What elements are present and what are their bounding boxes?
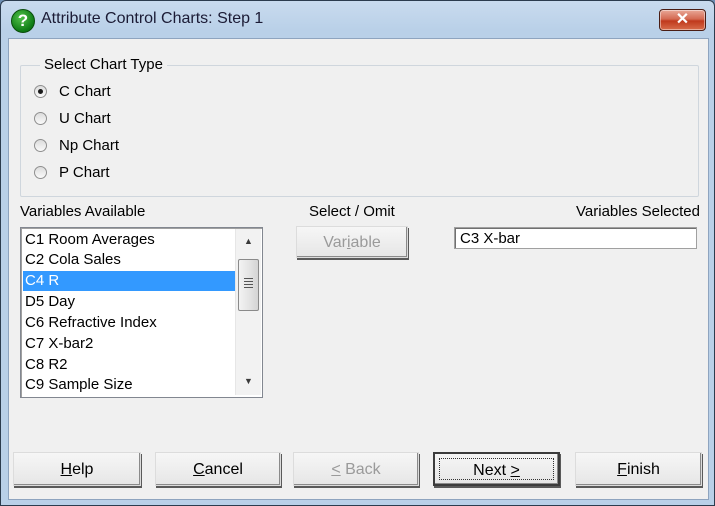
chart-type-legend: Select Chart Type (40, 56, 167, 73)
radio-label: C Chart (59, 82, 111, 100)
radio-label: Np Chart (59, 136, 120, 154)
window-title: Attribute Control Charts: Step 1 (41, 10, 264, 27)
button-text: able (350, 234, 381, 251)
finish-button[interactable]: Finish (575, 452, 702, 486)
help-question-icon: ? (11, 9, 35, 33)
chart-type-groupbox (20, 65, 699, 197)
button-text: Var (323, 234, 347, 251)
list-item[interactable]: C1 Room Averages (23, 230, 235, 250)
scroll-down-arrow-icon[interactable]: ▼ (236, 371, 261, 391)
list-item[interactable]: C7 X-bar2 (23, 334, 235, 354)
list-item[interactable]: D5 Day (23, 292, 235, 312)
variables-selected-field[interactable]: C3 X-bar (454, 227, 697, 249)
dialog-window: ? Attribute Control Charts: Step 1 ✕ Sel… (0, 0, 715, 506)
button-accel: < (331, 461, 341, 478)
radio-unchecked-icon[interactable] (34, 111, 47, 125)
close-button[interactable]: ✕ (659, 9, 706, 31)
radio-p-chart[interactable]: P Chart (34, 161, 110, 183)
vertical-scrollbar[interactable]: ▲ ▼ (235, 229, 261, 395)
button-accel: C (193, 461, 205, 478)
close-icon: ✕ (675, 11, 690, 28)
radio-unchecked-icon[interactable] (34, 138, 47, 152)
help-button[interactable]: Help (13, 452, 141, 486)
button-accel: F (617, 461, 627, 478)
radio-checked-icon[interactable] (34, 84, 47, 98)
radio-unchecked-icon[interactable] (34, 165, 47, 179)
button-text: Back (340, 461, 381, 478)
button-text: inish (626, 461, 660, 478)
back-button[interactable]: < Back (293, 452, 419, 486)
select-omit-label: Select / Omit (309, 203, 395, 220)
list-item[interactable]: C9 Sample Size (23, 375, 235, 395)
list-item[interactable]: C2 Cola Sales (23, 250, 235, 270)
radio-label: U Chart (59, 109, 111, 127)
dialog-body: Select Chart Type C Chart U Chart Np Cha… (8, 38, 709, 500)
variables-selected-label: Variables Selected (576, 203, 700, 220)
cancel-button[interactable]: Cancel (155, 452, 281, 486)
list-item[interactable]: C8 R2 (23, 355, 235, 375)
variables-available-label: Variables Available (20, 203, 146, 220)
radio-label: P Chart (59, 163, 110, 181)
scroll-thumb[interactable] (238, 259, 259, 311)
title-bar[interactable]: ? Attribute Control Charts: Step 1 ✕ (1, 1, 714, 39)
radio-np-chart[interactable]: Np Chart (34, 134, 119, 156)
list-item-selected[interactable]: C4 R (23, 271, 235, 291)
button-accel: H (60, 461, 73, 478)
radio-c-chart[interactable]: C Chart (34, 80, 111, 102)
grip-icon (244, 278, 253, 290)
button-text: ancel (204, 461, 243, 478)
next-button[interactable]: Next > (433, 452, 560, 486)
variables-available-listbox[interactable]: C1 Room Averages C2 Cola Sales C4 R D5 D… (20, 227, 263, 398)
scroll-up-arrow-icon[interactable]: ▲ (236, 231, 261, 251)
focus-rect (439, 458, 554, 480)
list-item[interactable]: C6 Refractive Index (23, 313, 235, 333)
radio-u-chart[interactable]: U Chart (34, 107, 111, 129)
button-text: elp (72, 461, 94, 478)
variable-button[interactable]: Variable (296, 226, 408, 258)
